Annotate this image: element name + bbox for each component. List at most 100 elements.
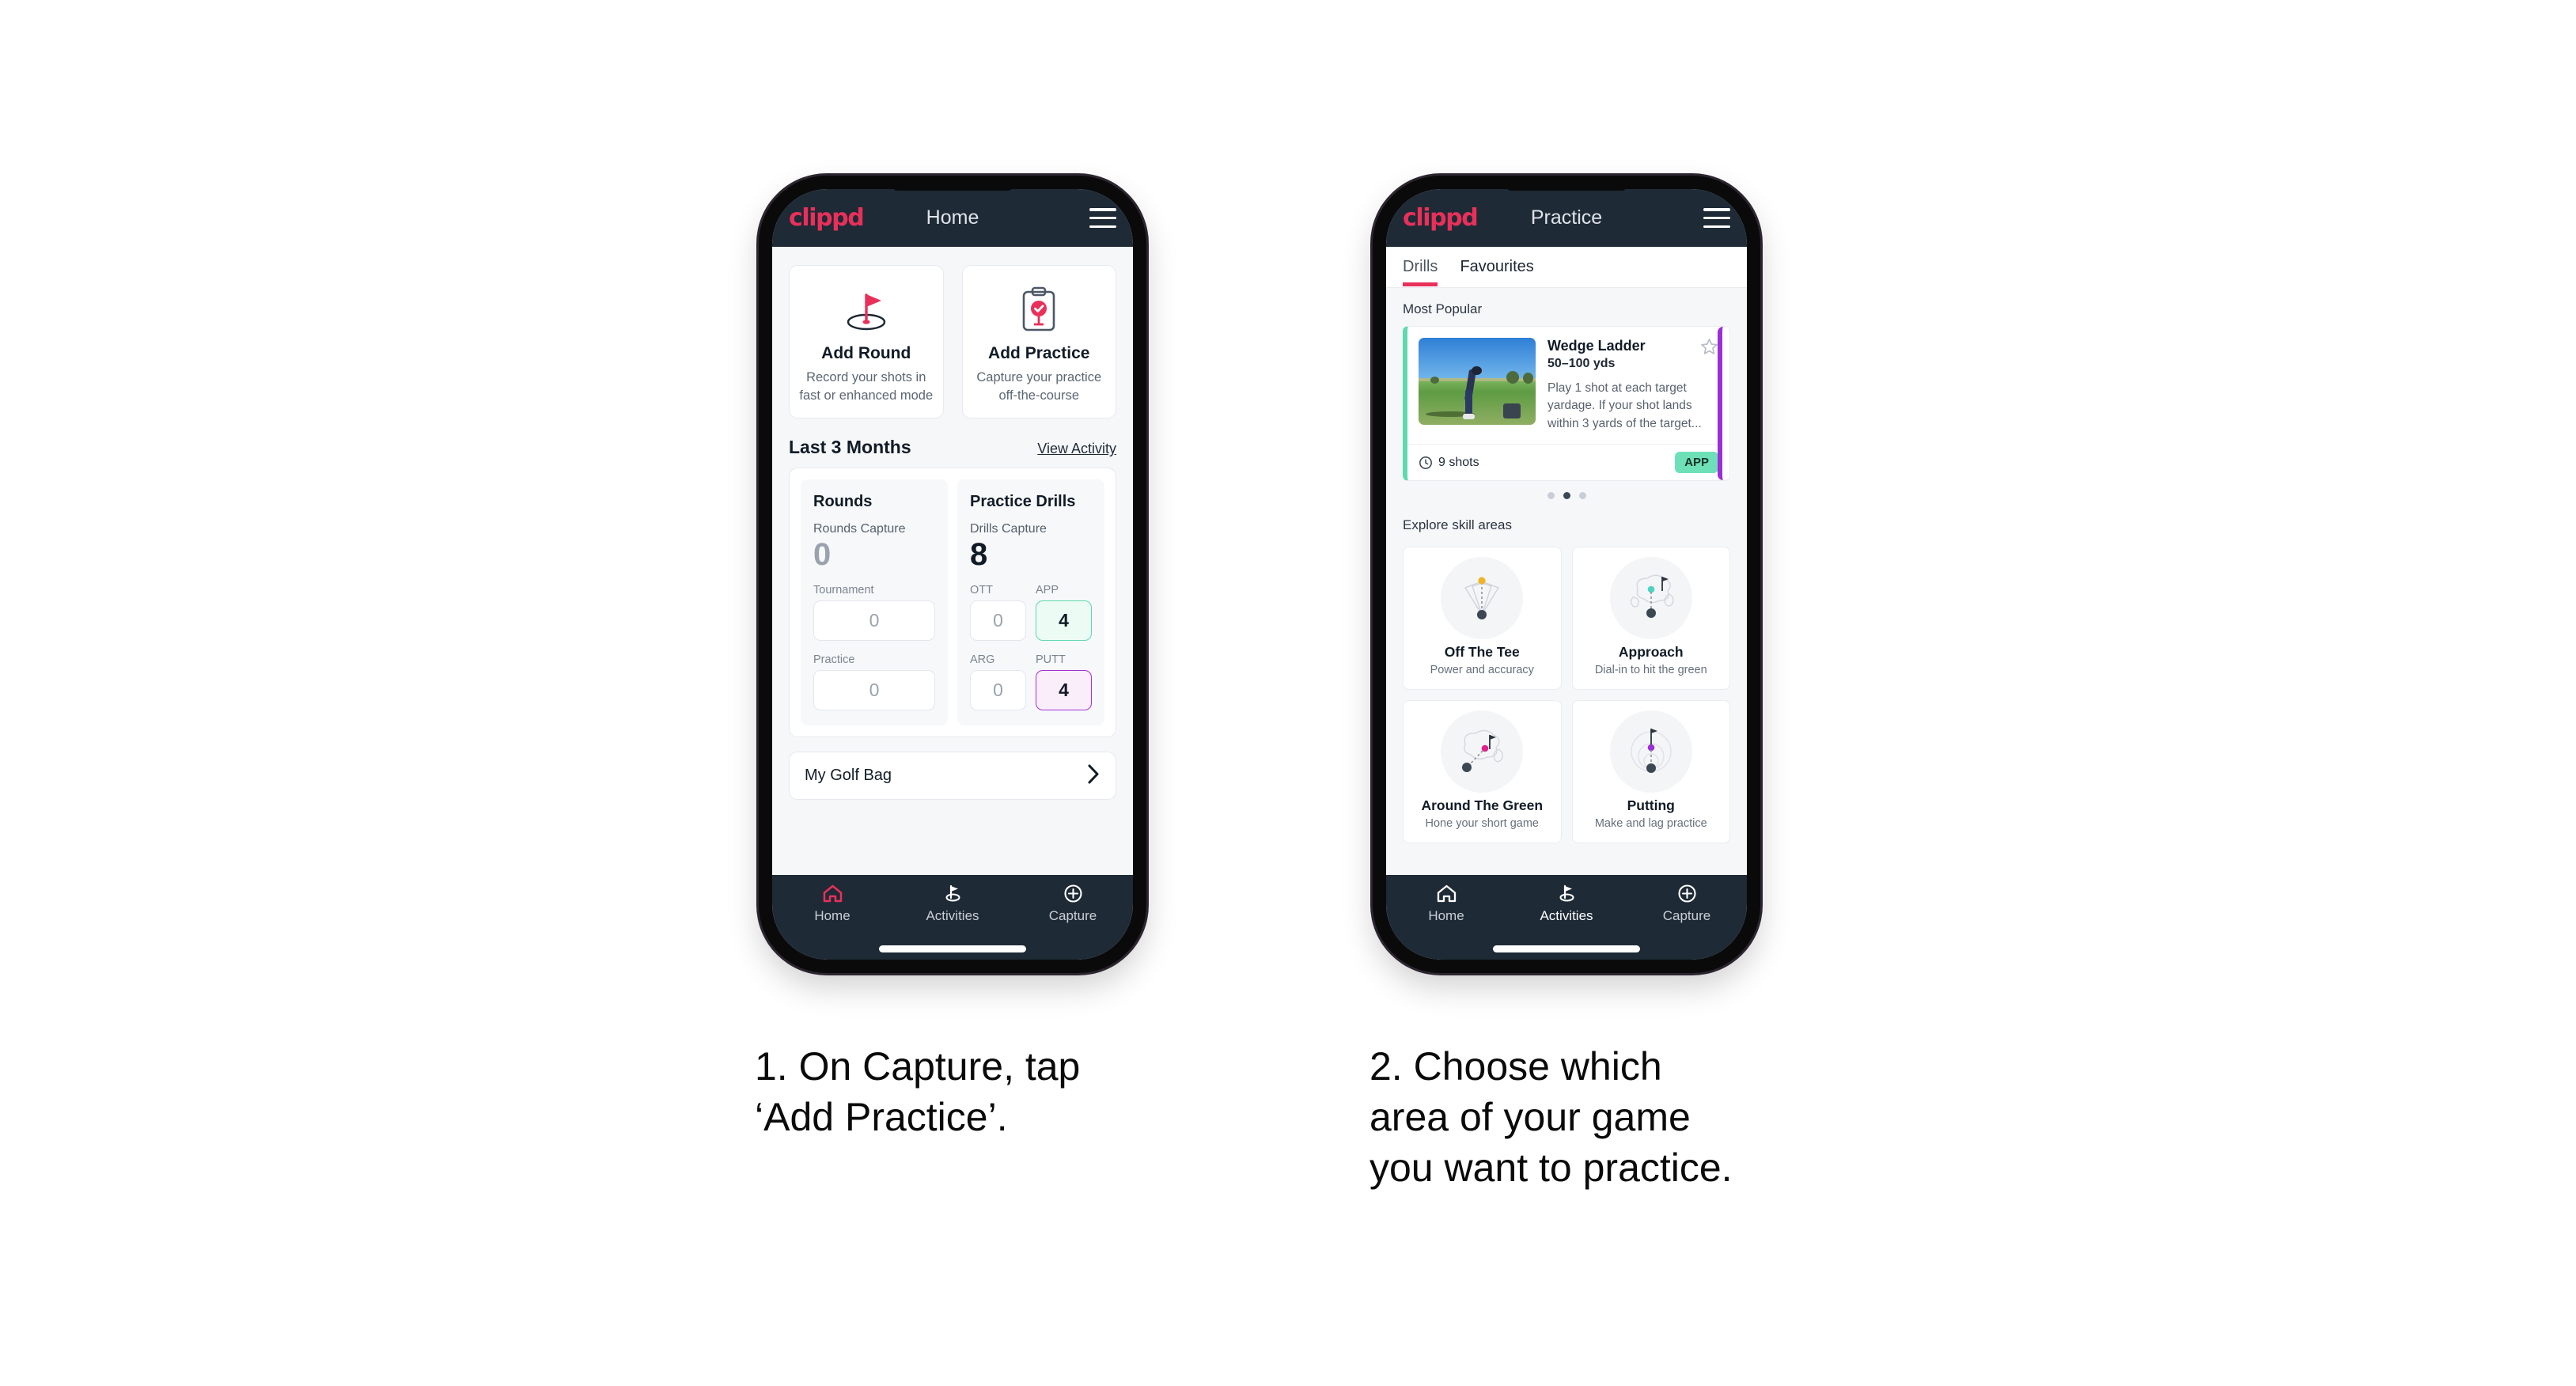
quick-actions-row: Add Round Record your shots in fast or e… [772, 247, 1133, 419]
tournament-value[interactable]: 0 [813, 600, 935, 642]
drill-shots-label: 9 shots [1438, 455, 1479, 469]
rounds-tournament-stat: Tournament 0 [813, 584, 935, 642]
add-practice-card[interactable]: Add Practice Capture your practice off-t… [961, 265, 1116, 419]
phone-screen-practice: clippd Practice Drills Favourites Most P… [1386, 189, 1747, 960]
plus-circle-icon [1063, 884, 1082, 903]
nav-home[interactable]: Home [1386, 884, 1506, 924]
drill-description: Play 1 shot at each target yardage. If y… [1547, 381, 1702, 430]
practice-content: Most Popular Wedge Ladder 50–100 yds Pla… [1386, 288, 1747, 875]
home-content: Add Round Record your shots in fast or e… [772, 247, 1133, 875]
tournament-label: Tournament [813, 584, 874, 597]
drills-arg-stat: ARG 0 [970, 653, 1026, 711]
most-popular-label: Most Popular [1403, 301, 1483, 316]
rounds-practice-group: Practice 0 [813, 653, 935, 711]
clipboard-check-icon [1016, 281, 1062, 339]
drill-shots: 9 shots [1419, 456, 1479, 470]
my-golf-bag-label: My Golf Bag [805, 767, 892, 785]
stats-card: Rounds Rounds Capture 0 Tournament 0 Pra… [789, 468, 1116, 738]
nav-activities[interactable]: Activities [1506, 884, 1627, 924]
skill-card-putting[interactable]: Putting Make and lag practice [1571, 700, 1730, 844]
add-round-card[interactable]: Add Round Record your shots in fast or e… [789, 265, 944, 419]
hamburger-icon[interactable] [1703, 208, 1730, 228]
nav-home-label: Home [814, 908, 850, 923]
drill-title: Wedge Ladder [1547, 338, 1646, 354]
add-round-subtitle: Record your shots in fast or enhanced mo… [799, 370, 934, 403]
skill-card-off-the-tee[interactable]: Off The Tee Power and accuracy [1403, 547, 1562, 691]
golf-flag-icon [1559, 884, 1574, 902]
golf-flag-icon [945, 884, 960, 902]
nav-home-label: Home [1428, 908, 1464, 923]
ott-value[interactable]: 0 [970, 600, 1026, 642]
drills-ott-stat: OTT 0 [970, 584, 1026, 642]
tee-shot-dispersion-icon [1441, 557, 1524, 640]
bottom-navigation-home: Home Activities Capture [772, 875, 1133, 960]
nav-home[interactable]: Home [772, 884, 892, 924]
next-drill-card-peek[interactable] [1718, 327, 1729, 481]
skill-subtitle: Hone your short game [1425, 817, 1539, 831]
skill-title: Putting [1627, 797, 1675, 814]
practice-value[interactable]: 0 [813, 670, 935, 711]
star-outline-icon[interactable] [1700, 338, 1718, 359]
carousel-dots [1403, 481, 1730, 504]
drills-capture-label: Drills Capture [970, 522, 1047, 536]
caption-step-1: 1. On Capture, tap ‘Add Practice’. [755, 1044, 1081, 1139]
hamburger-icon[interactable] [1089, 208, 1116, 228]
rounds-heading: Rounds [813, 493, 873, 511]
nav-capture-label: Capture [1662, 908, 1711, 923]
skill-subtitle: Power and accuracy [1430, 664, 1534, 677]
putt-label: PUTT [1036, 653, 1066, 667]
putting-rings-icon [1609, 710, 1692, 793]
my-golf-bag-row[interactable]: My Golf Bag [789, 752, 1116, 801]
carousel-dot[interactable] [1578, 492, 1586, 500]
skill-card-approach[interactable]: Approach Dial-in to hit the green [1571, 547, 1730, 691]
rounds-capture-value: 0 [813, 537, 832, 573]
nav-capture[interactable]: Capture [1627, 884, 1747, 924]
arg-value[interactable]: 0 [970, 670, 1026, 711]
home-icon [1437, 884, 1456, 903]
activity-section-header: Last 3 Months View Activity [772, 418, 1133, 468]
brand-logo[interactable]: clippd [1403, 204, 1479, 232]
drill-card-body: Wedge Ladder 50–100 yds Play 1 shot at e… [1407, 327, 1729, 444]
app-label: APP [1036, 584, 1059, 597]
approach-green-icon [1609, 557, 1692, 640]
phone-mockup-home: clippd Home Add Round Record your shots … [759, 176, 1146, 973]
drill-yardage: 50–100 yds [1547, 357, 1616, 370]
brand-logo[interactable]: clippd [789, 204, 865, 232]
drills-column: Practice Drills Drills Capture 8 OTT 0 A… [957, 479, 1104, 726]
skill-title: Approach [1618, 644, 1684, 661]
skill-title: Off The Tee [1444, 644, 1520, 661]
drills-capture-value: 8 [970, 537, 988, 573]
practice-tabs: Drills Favourites [1386, 247, 1747, 288]
rounds-tournament-group: Tournament 0 [813, 584, 935, 642]
phone-notch [893, 184, 1012, 191]
drills-putt-stat: PUTT 4 [1036, 653, 1092, 711]
drill-card-wedge-ladder[interactable]: Wedge Ladder 50–100 yds Play 1 shot at e… [1403, 326, 1730, 482]
plus-circle-icon [1677, 884, 1696, 903]
tab-favourites[interactable]: Favourites [1460, 248, 1533, 286]
drill-card-footer: 9 shots APP [1407, 444, 1729, 480]
phone-screen-home: clippd Home Add Round Record your shots … [772, 189, 1133, 960]
drills-row-2: ARG 0 PUTT 4 [970, 653, 1092, 711]
drill-skill-badge: APP [1675, 452, 1718, 474]
rounds-column: Rounds Rounds Capture 0 Tournament 0 Pra… [801, 479, 948, 726]
app-header: clippd Home [772, 189, 1133, 247]
carousel-dot[interactable] [1547, 492, 1555, 500]
phone-notch [1507, 184, 1626, 191]
tab-drills[interactable]: Drills [1403, 248, 1438, 286]
drill-thumbnail [1419, 338, 1536, 425]
drill-carousel: Wedge Ladder 50–100 yds Play 1 shot at e… [1386, 326, 1747, 504]
arg-label: ARG [970, 653, 995, 667]
carousel-dot-active[interactable] [1563, 492, 1570, 500]
phone-mockup-practice: clippd Practice Drills Favourites Most P… [1373, 176, 1760, 973]
clock-icon [1419, 456, 1432, 469]
app-value[interactable]: 4 [1036, 600, 1092, 642]
putt-value[interactable]: 4 [1036, 670, 1092, 711]
nav-activities[interactable]: Activities [892, 884, 1013, 924]
skill-card-around-the-green[interactable]: Around The Green Hone your short game [1403, 700, 1562, 844]
view-activity-link[interactable]: View Activity [1037, 441, 1116, 457]
ott-label: OTT [970, 584, 993, 597]
nav-capture[interactable]: Capture [1013, 884, 1133, 924]
chip-green-icon [1441, 710, 1524, 793]
drill-text: Wedge Ladder 50–100 yds Play 1 shot at e… [1547, 338, 1718, 433]
nav-activities-label: Activities [1540, 908, 1593, 923]
